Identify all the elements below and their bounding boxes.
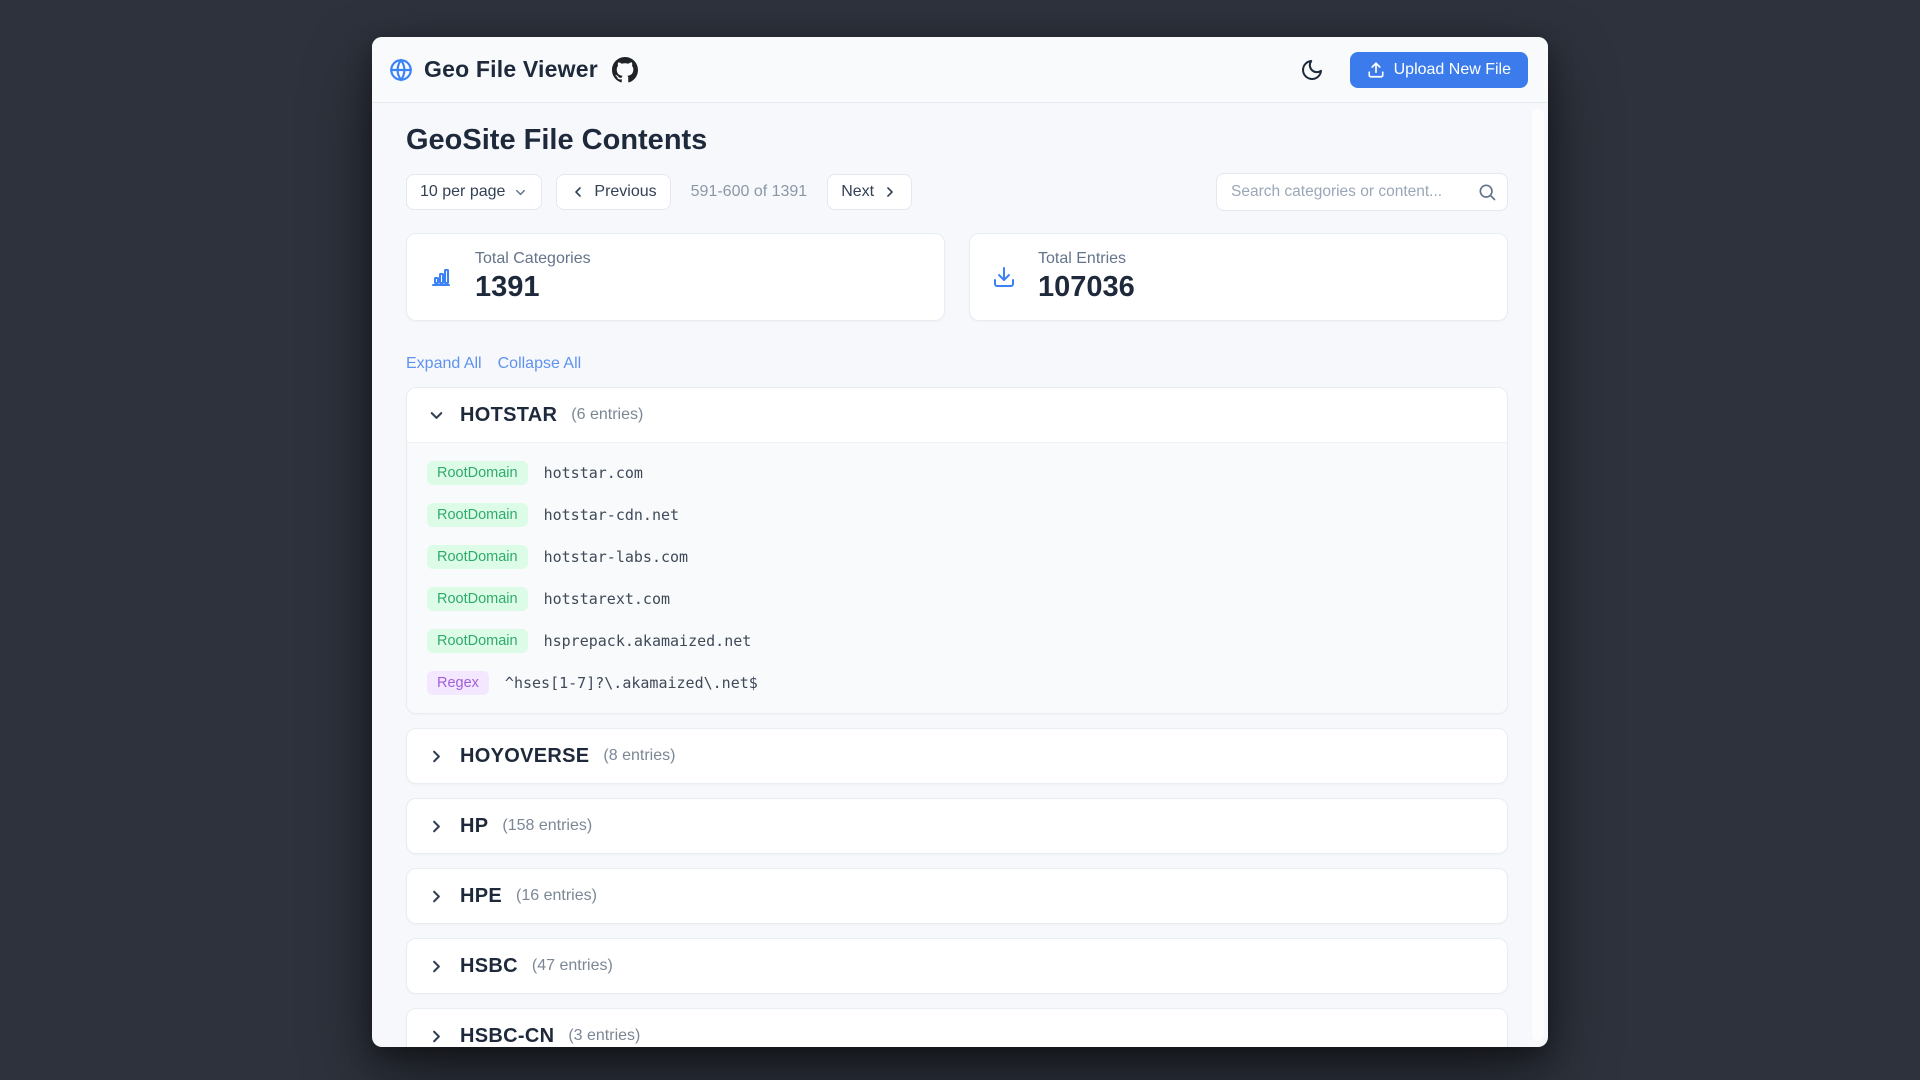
stat-value: 107036 [1038, 271, 1135, 304]
expand-all-link[interactable]: Expand All [406, 355, 482, 375]
entry-type-badge: RootDomain [427, 629, 528, 653]
moon-icon [1300, 58, 1324, 82]
app-header: Geo File Viewer [372, 37, 1548, 103]
entry-type-badge: Regex [427, 671, 489, 695]
next-button[interactable]: Next [827, 174, 912, 210]
category-card: HSBC-CN (3 entries) [406, 1008, 1508, 1047]
upload-new-file-button[interactable]: Upload New File [1350, 52, 1528, 88]
theme-toggle-button[interactable] [1300, 58, 1324, 82]
category-entry-count: (158 entries) [502, 817, 592, 835]
bulk-actions: Expand All Collapse All [406, 355, 1508, 375]
category-entry-count: (6 entries) [571, 406, 643, 424]
chevron-right-icon [427, 817, 446, 836]
entry-value: hotstarext.com [544, 590, 670, 608]
category-card: HP (158 entries) [406, 798, 1508, 854]
category-entry-count: (3 entries) [568, 1027, 640, 1045]
stat-label: Total Categories [475, 250, 591, 268]
entry-type-badge: RootDomain [427, 503, 528, 527]
entry-row: RootDomain hsprepack.akamaized.net [427, 627, 1487, 655]
category-name: HOTSTAR [460, 404, 557, 427]
main-content: GeoSite File Contents 10 per page Previo… [372, 103, 1548, 1047]
category-card: HPE (16 entries) [406, 868, 1508, 924]
collapse-all-link[interactable]: Collapse All [498, 355, 582, 375]
category-header[interactable]: HOTSTAR (6 entries) [407, 388, 1507, 442]
scrollbar-track[interactable] [1532, 109, 1544, 1041]
previous-label: Previous [594, 183, 656, 201]
entry-row: RootDomain hotstarext.com [427, 585, 1487, 613]
category-header[interactable]: HSBC-CN (3 entries) [407, 1009, 1507, 1047]
entry-value: hsprepack.akamaized.net [544, 632, 752, 650]
globe-icon [388, 57, 414, 83]
chevron-right-icon [882, 184, 898, 200]
category-header[interactable]: HP (158 entries) [407, 799, 1507, 853]
entry-type-badge: RootDomain [427, 545, 528, 569]
category-name: HPE [460, 885, 502, 908]
category-list: HOTSTAR (6 entries) RootDomain hotstar.c… [406, 387, 1508, 1047]
total-categories-card: Total Categories 1391 [406, 233, 945, 321]
search-icon [1477, 182, 1497, 202]
category-entry-count: (8 entries) [603, 747, 675, 765]
stat-label: Total Entries [1038, 250, 1135, 268]
category-entry-count: (16 entries) [516, 887, 597, 905]
chevron-right-icon [427, 406, 446, 425]
category-header[interactable]: HSBC (47 entries) [407, 939, 1507, 993]
category-card: HOYOVERSE (8 entries) [406, 728, 1508, 784]
entry-value: hotstar-cdn.net [544, 506, 679, 524]
app-window: Geo File Viewer [372, 37, 1548, 1047]
entry-row: RootDomain hotstar.com [427, 459, 1487, 487]
category-card: HOTSTAR (6 entries) RootDomain hotstar.c… [406, 387, 1508, 714]
page-title: GeoSite File Contents [406, 123, 1508, 157]
entry-row: Regex ^hses[1-7]?\.akamaized\.net$ [427, 669, 1487, 697]
category-header[interactable]: HOYOVERSE (8 entries) [407, 729, 1507, 783]
category-name: HP [460, 815, 488, 838]
chevron-right-icon [427, 1027, 446, 1046]
chevron-down-icon [513, 185, 528, 200]
next-label: Next [841, 183, 874, 201]
entry-row: RootDomain hotstar-cdn.net [427, 501, 1487, 529]
category-name: HSBC [460, 955, 518, 978]
chevron-right-icon [427, 887, 446, 906]
upload-button-label: Upload New File [1394, 61, 1511, 79]
chevron-right-icon [427, 747, 446, 766]
category-name: HSBC-CN [460, 1025, 554, 1048]
chevron-right-icon [427, 957, 446, 976]
entry-value: hotstar.com [544, 464, 643, 482]
stat-value: 1391 [475, 271, 591, 304]
category-entry-count: (47 entries) [532, 957, 613, 975]
entry-type-badge: RootDomain [427, 587, 528, 611]
search-input[interactable] [1216, 173, 1508, 211]
category-name: HOYOVERSE [460, 745, 589, 768]
previous-button[interactable]: Previous [556, 174, 670, 210]
controls-row: 10 per page Previous 591-600 of 1391 Nex… [406, 173, 1508, 211]
bar-chart-icon [429, 265, 453, 289]
entry-value: ^hses[1-7]?\.akamaized\.net$ [505, 674, 758, 692]
chevron-left-icon [570, 184, 586, 200]
entry-value: hotstar-labs.com [544, 548, 689, 566]
per-page-select[interactable]: 10 per page [406, 174, 542, 210]
category-card: HSBC (47 entries) [406, 938, 1508, 994]
per-page-value: 10 per page [420, 183, 505, 201]
page-range: 591-600 of 1391 [685, 183, 814, 201]
brand: Geo File Viewer [388, 56, 638, 83]
stats-row: Total Categories 1391 Total Entries 1070… [406, 233, 1508, 321]
category-header[interactable]: HPE (16 entries) [407, 869, 1507, 923]
total-entries-card: Total Entries 107036 [969, 233, 1508, 321]
upload-icon [1367, 61, 1385, 79]
category-entries: RootDomain hotstar.com RootDomain hotsta… [407, 442, 1507, 713]
entry-type-badge: RootDomain [427, 461, 528, 485]
app-title: Geo File Viewer [424, 56, 598, 83]
download-icon [992, 265, 1016, 289]
github-icon[interactable] [612, 57, 638, 83]
entry-row: RootDomain hotstar-labs.com [427, 543, 1487, 571]
